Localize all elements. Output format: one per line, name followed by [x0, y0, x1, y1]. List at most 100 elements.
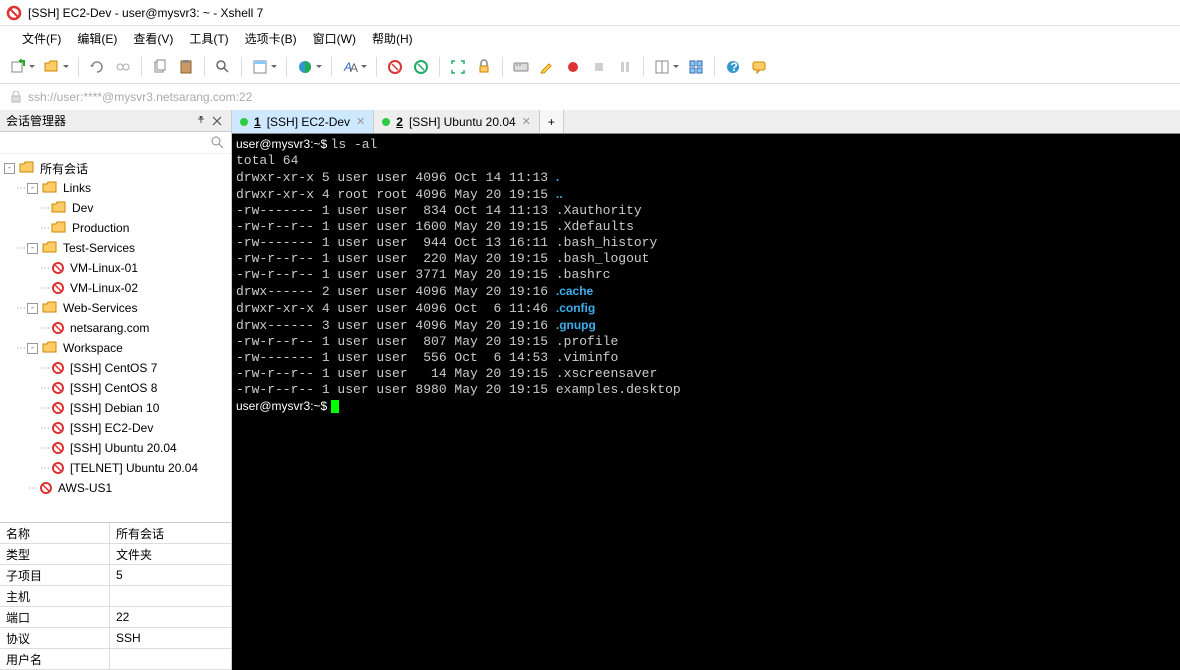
prop-key: 用户名 — [0, 649, 110, 669]
tree-root[interactable]: -所有会话 — [0, 158, 231, 178]
new-session-button[interactable] — [6, 55, 38, 79]
menu-tabs[interactable]: 选项卡(B) — [237, 28, 305, 49]
separator — [78, 57, 79, 77]
separator — [331, 57, 332, 77]
tabbar: 1 [SSH] EC2-Dev ✕ 2 [SSH] Ubuntu 20.04 ✕… — [232, 110, 1180, 134]
folder-icon — [19, 160, 35, 176]
prop-val — [110, 586, 231, 606]
menu-window[interactable]: 窗口(W) — [305, 28, 364, 49]
tree-session-centos8[interactable]: ⋯[SSH] CentOS 8 — [0, 378, 231, 398]
tree-session-centos7[interactable]: ⋯[SSH] CentOS 7 — [0, 358, 231, 378]
keymap-button[interactable] — [509, 55, 533, 79]
tree-folder-dev[interactable]: ⋯Dev — [0, 198, 231, 218]
close-icon[interactable]: ✕ — [522, 115, 531, 128]
prop-val: 22 — [110, 607, 231, 627]
session-icon — [51, 261, 65, 275]
xagent-button[interactable] — [383, 55, 407, 79]
tree-session-telnet[interactable]: ⋯[TELNET] Ubuntu 20.04 — [0, 458, 231, 478]
terminal-output[interactable]: user@mysvr3:~$ ls -al total 64 drwxr-xr-… — [232, 134, 1180, 670]
close-icon[interactable]: ✕ — [356, 115, 365, 128]
separator — [204, 57, 205, 77]
font-button[interactable]: AA — [338, 55, 370, 79]
menu-edit[interactable]: 编辑(E) — [69, 28, 125, 49]
tree-session-ubuntu[interactable]: ⋯[SSH] Ubuntu 20.04 — [0, 438, 231, 458]
prop-val: 文件夹 — [110, 544, 231, 564]
session-icon — [51, 321, 65, 335]
menu-help[interactable]: 帮助(H) — [364, 28, 421, 49]
tab-label: [SSH] Ubuntu 20.04 — [409, 115, 516, 129]
disconnect-button[interactable] — [111, 55, 135, 79]
tab-number: 2 — [396, 115, 403, 129]
tree-folder-links[interactable]: ⋯-Links — [0, 178, 231, 198]
folder-icon — [51, 220, 67, 236]
folder-icon — [42, 180, 58, 196]
tree-session-vm2[interactable]: ⋯VM-Linux-02 — [0, 278, 231, 298]
help-button[interactable]: ? — [721, 55, 745, 79]
pause-record-button[interactable] — [613, 55, 637, 79]
pin-button[interactable] — [193, 113, 209, 129]
fullscreen-button[interactable] — [446, 55, 470, 79]
highlight-button[interactable] — [535, 55, 559, 79]
color-scheme-button[interactable] — [293, 55, 325, 79]
folder-icon — [42, 300, 58, 316]
xftp-button[interactable] — [409, 55, 433, 79]
tab-label: [SSH] EC2-Dev — [267, 115, 350, 129]
session-tree: -所有会话 ⋯-Links ⋯Dev ⋯Production ⋯-Test-Se… — [0, 154, 231, 522]
paste-button[interactable] — [174, 55, 198, 79]
menu-view[interactable]: 查看(V) — [125, 28, 181, 49]
svg-text:?: ? — [731, 60, 738, 74]
record-button[interactable] — [561, 55, 585, 79]
stop-record-button[interactable] — [587, 55, 611, 79]
separator — [643, 57, 644, 77]
feedback-button[interactable] — [747, 55, 771, 79]
open-button[interactable] — [40, 55, 72, 79]
copy-button[interactable] — [148, 55, 172, 79]
folder-icon — [51, 200, 67, 216]
tree-folder-production[interactable]: ⋯Production — [0, 218, 231, 238]
prop-key: 端口 — [0, 607, 110, 627]
tab-ubuntu[interactable]: 2 [SSH] Ubuntu 20.04 ✕ — [374, 110, 540, 133]
layout-button[interactable] — [650, 55, 682, 79]
tree-folder-web[interactable]: ⋯-Web-Services — [0, 298, 231, 318]
tab-number: 1 — [254, 115, 261, 129]
session-icon — [51, 401, 65, 415]
prop-key: 类型 — [0, 544, 110, 564]
find-button[interactable] — [211, 55, 235, 79]
menu-tools[interactable]: 工具(T) — [181, 28, 236, 49]
separator — [376, 57, 377, 77]
search-icon[interactable] — [211, 136, 225, 150]
prop-key: 子项目 — [0, 565, 110, 585]
tree-folder-workspace[interactable]: ⋯-Workspace — [0, 338, 231, 358]
prop-val: 5 — [110, 565, 231, 585]
tree-session-debian[interactable]: ⋯[SSH] Debian 10 — [0, 398, 231, 418]
menubar: 文件(F) 编辑(E) 查看(V) 工具(T) 选项卡(B) 窗口(W) 帮助(… — [0, 26, 1180, 50]
tree-session-aws[interactable]: ⋯AWS-US1 — [0, 478, 231, 498]
separator — [439, 57, 440, 77]
tab-ec2-dev[interactable]: 1 [SSH] EC2-Dev ✕ — [232, 110, 374, 133]
properties-grid: 名称所有会话 类型文件夹 子项目5 主机 端口22 协议SSH 用户名 — [0, 522, 231, 670]
tree-session-ec2[interactable]: ⋯[SSH] EC2-Dev — [0, 418, 231, 438]
close-panel-button[interactable] — [209, 113, 225, 129]
separator — [241, 57, 242, 77]
session-icon — [51, 461, 65, 475]
new-tab-button[interactable]: + — [540, 110, 564, 133]
properties-button[interactable] — [248, 55, 280, 79]
folder-icon — [42, 340, 58, 356]
status-dot-icon — [240, 118, 248, 126]
tree-folder-test[interactable]: ⋯-Test-Services — [0, 238, 231, 258]
separator — [141, 57, 142, 77]
tile-button[interactable] — [684, 55, 708, 79]
session-icon — [51, 441, 65, 455]
prop-key: 名称 — [0, 523, 110, 543]
main-area: 1 [SSH] EC2-Dev ✕ 2 [SSH] Ubuntu 20.04 ✕… — [232, 110, 1180, 670]
app-icon — [6, 5, 22, 21]
tree-session-vm1[interactable]: ⋯VM-Linux-01 — [0, 258, 231, 278]
addressbar[interactable]: ssh://user:****@mysvr3.netsarang.com:22 — [0, 84, 1180, 110]
prop-key: 协议 — [0, 628, 110, 648]
menu-file[interactable]: 文件(F) — [14, 28, 69, 49]
reconnect-button[interactable] — [85, 55, 109, 79]
lock-button[interactable] — [472, 55, 496, 79]
session-icon — [51, 361, 65, 375]
tree-session-netsarang[interactable]: ⋯netsarang.com — [0, 318, 231, 338]
panel-title: 会话管理器 — [6, 112, 66, 129]
